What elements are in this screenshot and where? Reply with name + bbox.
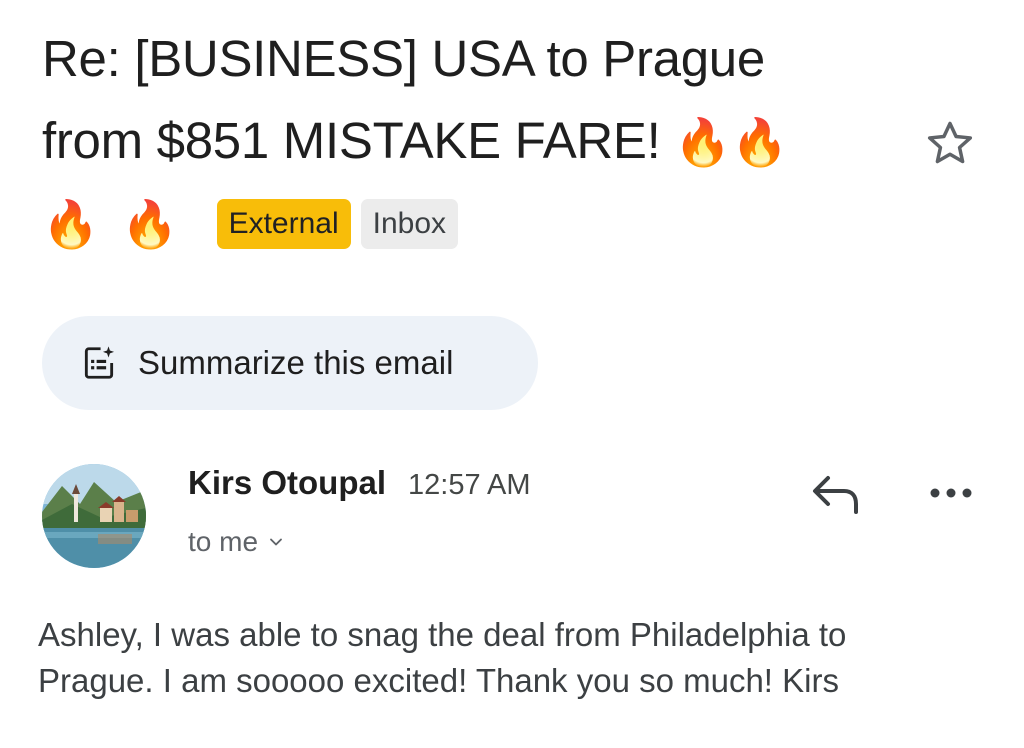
email-body-line: Ashley, I was able to snag the deal from… xyxy=(38,616,847,653)
avatar[interactable] xyxy=(42,464,146,568)
recipient-label: to me xyxy=(188,526,259,557)
email-body-line: Prague. I am sooooo excited! Thank you s… xyxy=(38,662,839,699)
subject-line-2-text: from $851 MISTAKE FARE! xyxy=(42,112,661,169)
chevron-down-icon xyxy=(270,538,282,546)
email-time: 12:57 AM xyxy=(408,469,531,501)
sender-row: Kirs Otoupal 12:57 AM xyxy=(188,464,531,508)
label-row: 🔥 🔥 External Inbox xyxy=(42,196,459,252)
summarize-sparkle-icon xyxy=(84,346,115,379)
label-external[interactable]: External xyxy=(216,199,351,249)
star-icon[interactable] xyxy=(922,116,978,172)
sender-name[interactable]: Kirs Otoupal xyxy=(188,464,386,502)
summarize-button[interactable]: Summarize this email xyxy=(42,316,538,410)
label-inbox[interactable]: Inbox xyxy=(360,199,459,249)
subject-line-2: from $851 MISTAKE FARE! 🔥🔥 xyxy=(42,100,902,183)
subject-line-1: Re: [BUSINESS] USA to Prague xyxy=(42,30,765,87)
email-subject: Re: [BUSINESS] USA to Prague from $851 M… xyxy=(42,18,902,183)
fire-emoji-icon: 🔥 xyxy=(121,196,179,251)
email-body: Ashley, I was able to snag the deal from… xyxy=(38,612,998,704)
summarize-label: Summarize this email xyxy=(138,344,454,381)
fire-emoji-icon: 🔥 xyxy=(42,196,100,251)
more-options-icon[interactable] xyxy=(926,478,976,508)
fire-emoji-icon: 🔥 xyxy=(674,115,732,169)
fire-emoji-icon: 🔥 xyxy=(731,115,789,169)
reply-icon[interactable] xyxy=(810,472,864,516)
recipient-toggle[interactable]: to me xyxy=(188,526,286,558)
